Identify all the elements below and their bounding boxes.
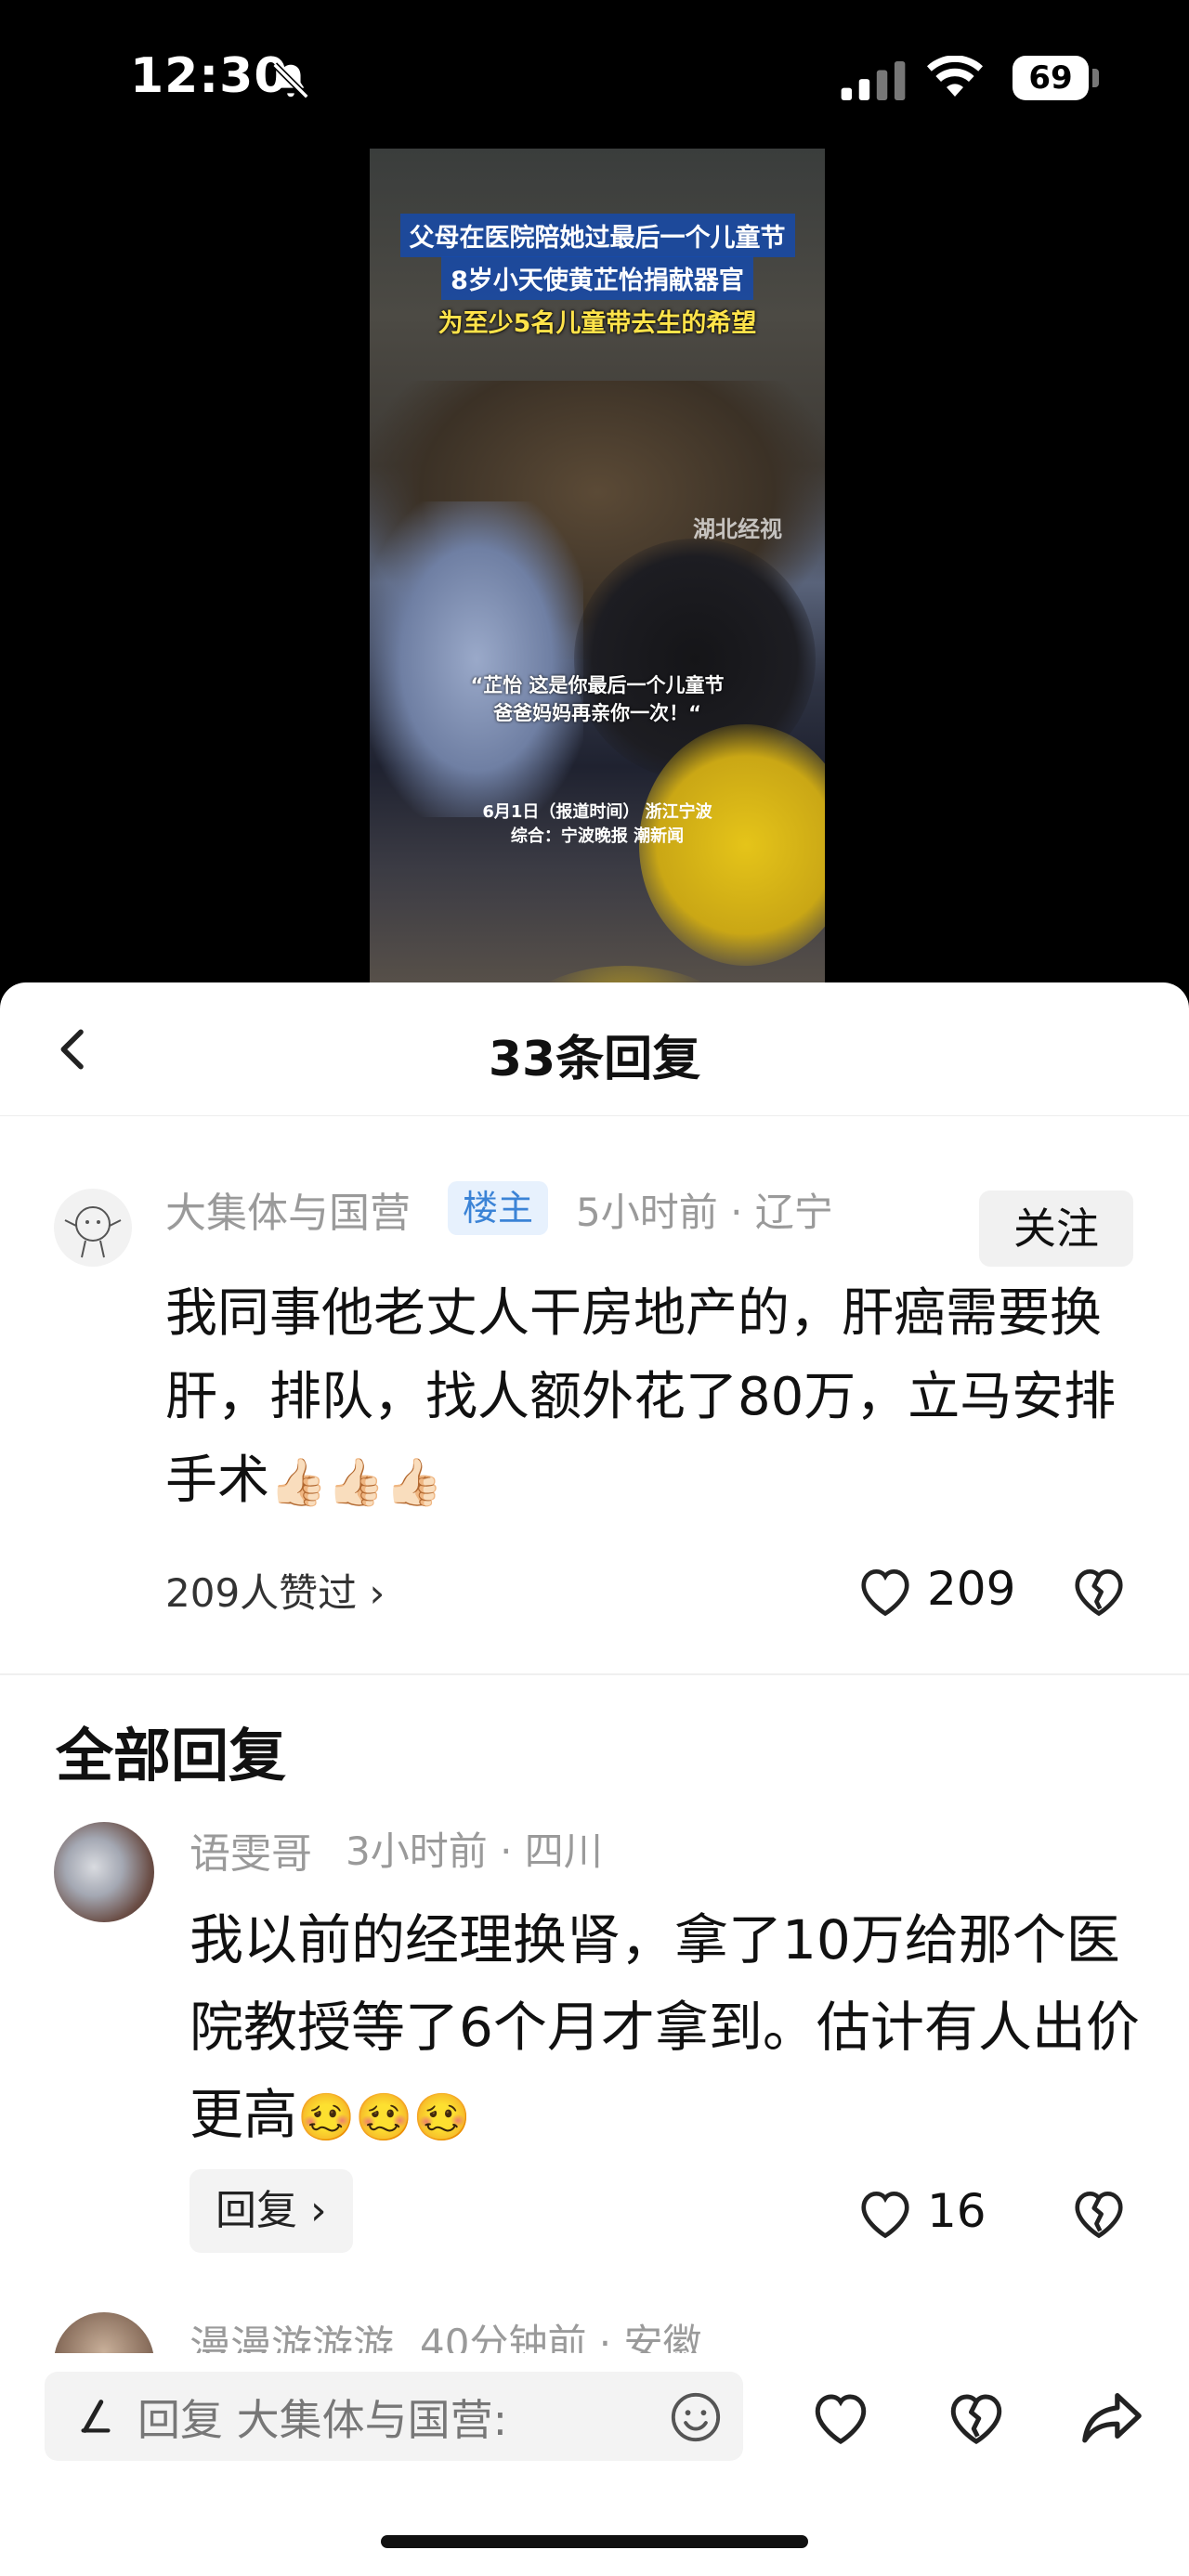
video-watermark: 湖北经视 <box>693 516 782 542</box>
broken-heart-icon[interactable] <box>1070 1564 1128 1618</box>
video-frame-shape <box>509 966 741 984</box>
like-count: 209 <box>927 1562 1016 1616</box>
woozy-emoji: 🥴🥴🥴 <box>297 2090 471 2144</box>
likes-summary[interactable]: 209人赞过 › <box>165 1562 385 1619</box>
comment-meta: 5小时前 · 辽宁 <box>576 1190 833 1235</box>
username[interactable]: 大集体与国营 <box>165 1179 411 1239</box>
heart-icon[interactable] <box>810 2388 871 2446</box>
emoji-icon[interactable] <box>669 2390 723 2444</box>
heart-icon[interactable] <box>856 1564 914 1618</box>
pen-icon <box>81 2400 111 2433</box>
username[interactable]: 语雯哥 <box>189 1820 312 1880</box>
op-badge: 楼主 <box>448 1181 549 1235</box>
video-source: 6月1日（报道时间） 浙江宁波 <box>482 802 712 822</box>
avatar[interactable] <box>54 1822 154 1922</box>
comment-meta: 3小时前 · 四川 <box>346 1828 603 1874</box>
battery-icon: 69 <box>1013 56 1089 100</box>
broken-heart-icon[interactable] <box>1070 2186 1128 2240</box>
video-player[interactable]: 父母在医院陪她过最后一个儿童节 8岁小天使黄芷怡捐献器官 为至少5名儿童带去生的… <box>370 149 825 984</box>
comment-text: 我同事他老丈人干房地产的，肝癌需要换肝，排队，找人额外花了80万，立马安排手术👍… <box>165 1272 1150 1524</box>
like-count: 16 <box>927 2184 986 2238</box>
avatar-sketch-icon <box>64 1206 122 1258</box>
share-icon[interactable] <box>1079 2387 1144 2448</box>
bell-slash-icon <box>272 62 309 99</box>
status-bar: 12:30 69 <box>0 0 1189 158</box>
thumbs-up-emoji: 👍🏻👍🏻👍🏻 <box>269 1455 443 1509</box>
sheet-title: 33条回复 <box>488 1032 701 1087</box>
reply-button[interactable]: 回复 › <box>189 2169 353 2253</box>
section-title: 全部回复 <box>56 1722 287 1789</box>
sheet-header: 33条回复 <box>0 982 1189 1116</box>
video-caption: 父母在医院陪她过最后一个儿童节 <box>370 214 825 257</box>
replies-sheet: 33条回复 大集体与国营 楼主 5小时前 · 辽宁 关注 我同事他老丈人干房地产… <box>0 982 1189 2576</box>
reply-input-placeholder: 回复 大集体与国营: <box>137 2395 508 2445</box>
heart-icon[interactable] <box>856 2186 914 2240</box>
video-caption: 8岁小天使黄芷怡捐献器官 <box>370 256 825 300</box>
avatar[interactable] <box>54 1189 132 1267</box>
video-source: 综合：宁波晚报 潮新闻 <box>510 826 685 846</box>
video-caption: 为至少5名儿童带去生的希望 <box>438 309 757 338</box>
video-quote: 爸爸妈妈再亲你一次！“ <box>493 702 701 724</box>
divider <box>0 1673 1189 1675</box>
comment-text: 我以前的经理换肾，拿了10万给那个医院教授等了6个月才拿到。估计有人出价更高🥴🥴… <box>189 1896 1156 2161</box>
wifi-icon <box>927 56 983 97</box>
broken-heart-icon[interactable] <box>946 2388 1007 2446</box>
follow-button[interactable]: 关注 <box>979 1190 1133 1267</box>
home-indicator <box>381 2535 808 2548</box>
bottom-bar: 回复 大集体与国营: <box>0 2353 1189 2576</box>
battery-cap <box>1092 69 1099 87</box>
reply-input[interactable]: 回复 大集体与国营: <box>45 2372 743 2461</box>
video-frame-shape <box>370 501 583 817</box>
status-time: 12:30 <box>130 48 289 104</box>
signal-icon <box>841 61 906 100</box>
video-quote: “芷怡 这是你最后一个儿童节 <box>470 674 725 696</box>
